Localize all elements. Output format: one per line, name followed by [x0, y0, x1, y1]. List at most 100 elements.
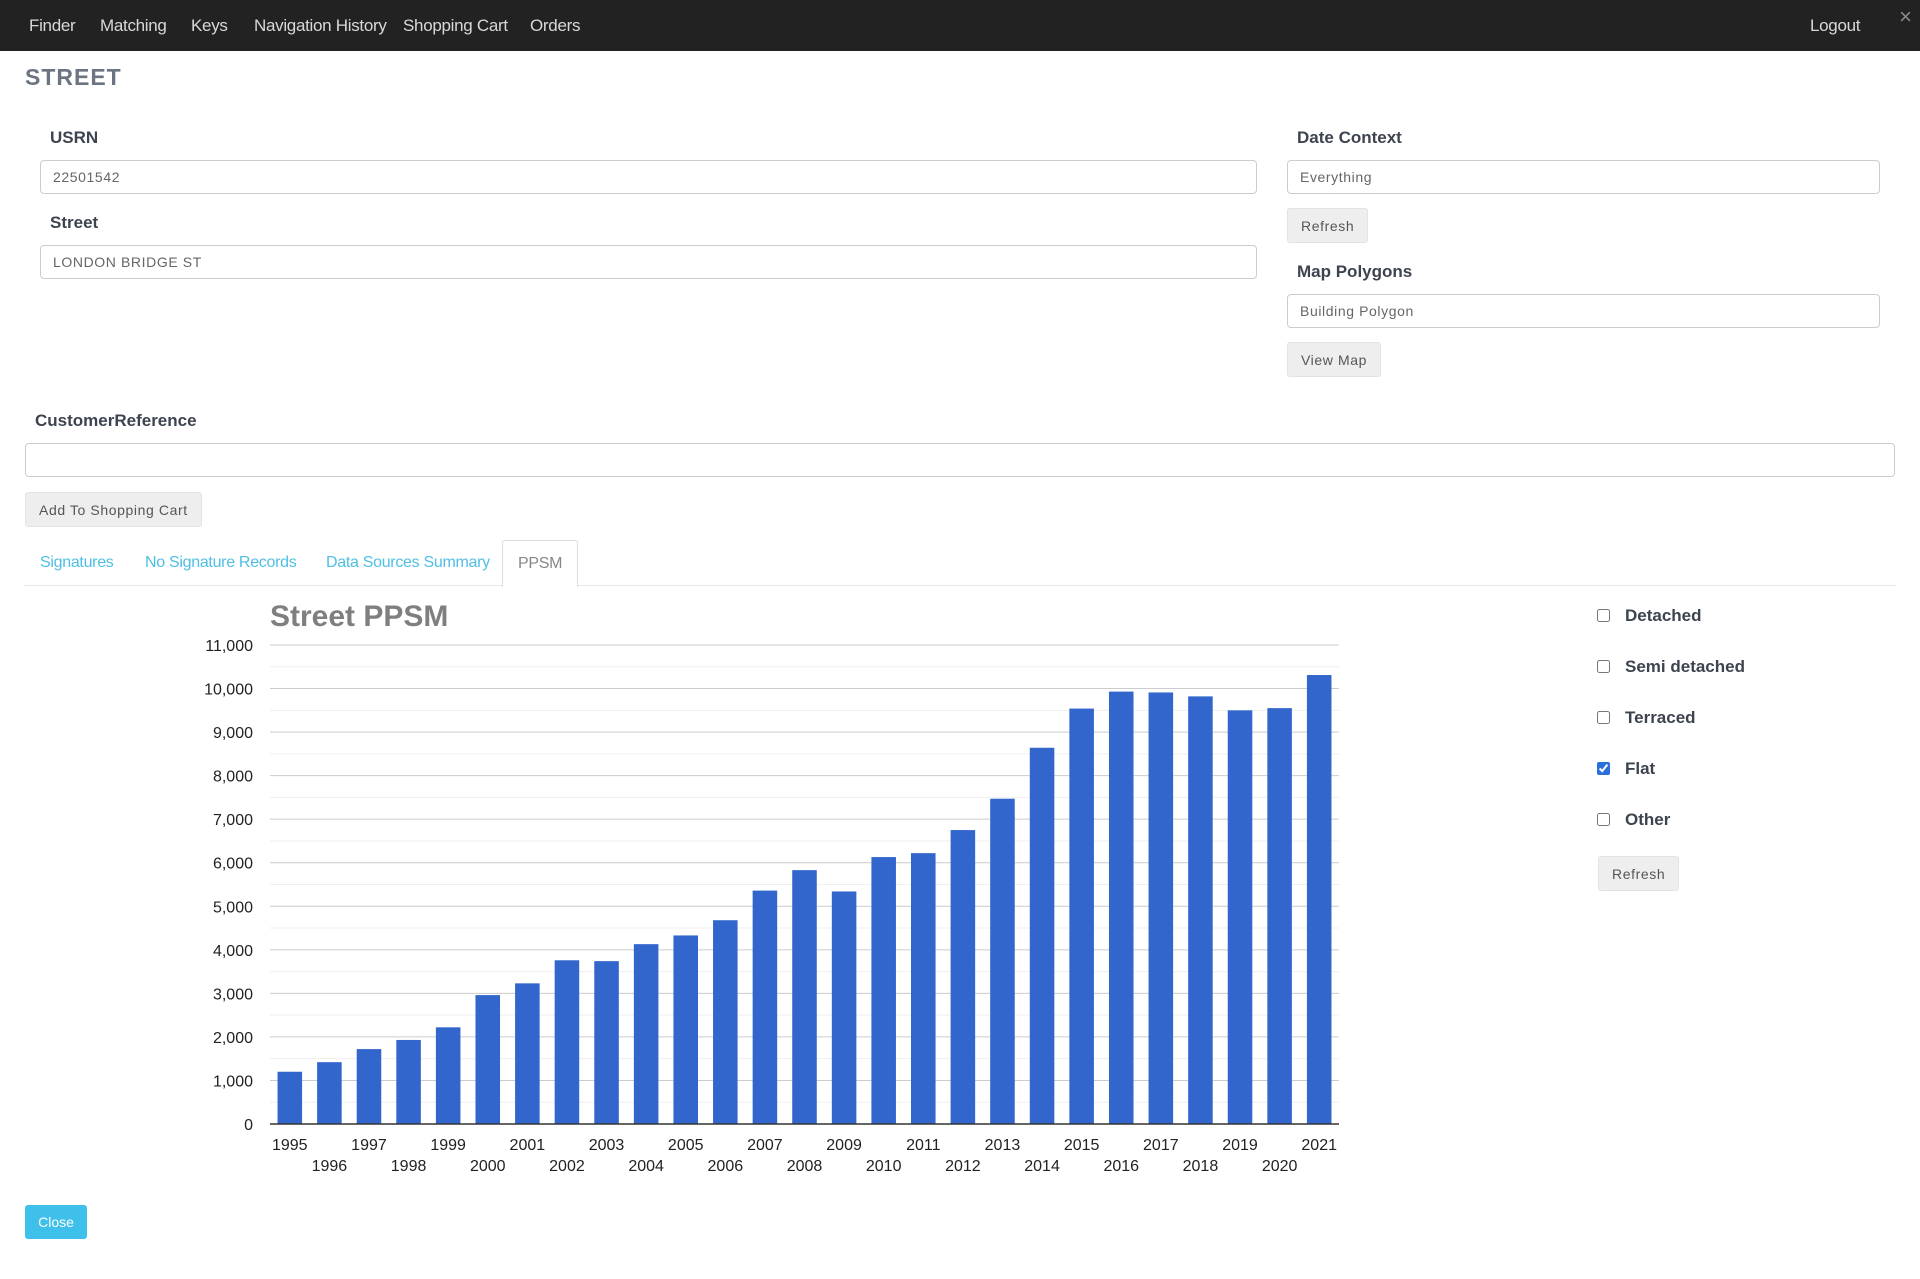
bar: [673, 935, 698, 1124]
bar: [594, 961, 619, 1124]
x-tick-label: 2006: [708, 1158, 744, 1175]
x-tick-label: 2013: [985, 1137, 1021, 1154]
x-tick-label: 2011: [906, 1137, 941, 1154]
filter-checkbox[interactable]: [1597, 711, 1610, 724]
nav-keys[interactable]: Keys: [191, 0, 228, 51]
bar: [752, 890, 778, 1124]
top-navbar: Finder Matching Keys Navigation History …: [0, 0, 1920, 51]
close-icon[interactable]: ×: [1899, 4, 1912, 30]
y-tick-label: 3,000: [213, 986, 253, 1003]
x-tick-label: 2020: [1262, 1158, 1298, 1175]
bar: [1069, 708, 1094, 1124]
bar: [792, 870, 817, 1124]
bar: [1188, 696, 1213, 1124]
bar: [317, 1062, 342, 1124]
x-tick-label: 2015: [1064, 1137, 1100, 1154]
bar: [475, 995, 501, 1124]
y-tick-label: 11,000: [205, 638, 253, 655]
x-tick-label: 2014: [1024, 1158, 1060, 1175]
y-tick-label: 10,000: [204, 682, 253, 699]
x-tick-label: 2000: [470, 1158, 506, 1175]
x-tick-label: 2007: [747, 1137, 783, 1154]
view-map-button[interactable]: View Map: [1287, 342, 1382, 377]
bar: [1108, 691, 1134, 1124]
x-tick-label: 2021: [1301, 1137, 1337, 1154]
x-tick-label: 1996: [312, 1158, 348, 1175]
x-tick-label: 2012: [945, 1158, 981, 1175]
ppsm-chart: 0 1,000 2,000 3,000 4,000 5,000 6,000 7,000 8,00…: [0, 590, 1360, 1190]
bar: [277, 1071, 303, 1124]
nav-matching[interactable]: Matching: [100, 0, 167, 51]
bar: [435, 1027, 461, 1124]
x-tick-label: 2010: [866, 1158, 902, 1175]
x-tick-label: 2002: [549, 1158, 585, 1175]
filter-label: Detached: [1625, 606, 1702, 625]
x-tick-label: 1997: [351, 1137, 387, 1154]
filter-checkbox[interactable]: [1597, 660, 1610, 673]
filter-label: Flat: [1625, 759, 1656, 778]
x-tick-label: 2009: [826, 1137, 862, 1154]
bar: [950, 830, 976, 1124]
bar: [1227, 710, 1253, 1124]
nav-navigation-history[interactable]: Navigation History: [254, 0, 387, 51]
tab-no-signature-records[interactable]: No Signature Records: [145, 540, 297, 584]
ppsm-bar-chart: 0 1,000 2,000 3,000 4,000 5,000 6,000 7,000 8,00…: [204, 638, 1339, 1175]
close-button[interactable]: Close: [25, 1205, 87, 1239]
usrn-field[interactable]: [40, 160, 1257, 194]
x-tick-label: 2008: [787, 1158, 823, 1175]
date-context-label: Date Context: [1297, 128, 1402, 147]
x-tick-label: 1998: [391, 1158, 427, 1175]
tab-data-sources-summary[interactable]: Data Sources Summary: [326, 540, 490, 584]
x-tick-label: 1999: [430, 1137, 466, 1154]
street-field[interactable]: [40, 245, 1257, 279]
bar: [1306, 675, 1332, 1124]
x-tick-label: 2001: [510, 1137, 546, 1154]
filter-checkbox[interactable]: [1597, 609, 1610, 622]
map-polygons-select[interactable]: [1287, 294, 1880, 328]
bar: [356, 1049, 382, 1124]
x-tick-label: 2018: [1183, 1158, 1219, 1175]
customer-reference-label: CustomerReference: [35, 411, 197, 430]
refresh-filters-button[interactable]: Refresh: [1598, 856, 1680, 891]
x-tick-label: 2004: [628, 1158, 664, 1175]
bar: [871, 857, 896, 1124]
x-tick-label: 2019: [1222, 1137, 1258, 1154]
y-tick-label: 7,000: [213, 812, 253, 829]
y-tick-label: 6,000: [213, 856, 253, 873]
y-tick-label: 0: [244, 1117, 253, 1134]
add-to-cart-button[interactable]: Add To Shopping Cart: [25, 492, 202, 527]
nav-logout[interactable]: Logout: [1810, 0, 1861, 51]
nav-orders[interactable]: Orders: [530, 0, 580, 51]
bar: [554, 960, 580, 1124]
page-title: STREET: [25, 64, 122, 90]
refresh-context-button[interactable]: Refresh: [1287, 208, 1369, 243]
tab-ppsm[interactable]: PPSM: [502, 540, 579, 587]
filter-label: Terraced: [1625, 708, 1696, 727]
tab-signatures[interactable]: Signatures: [40, 540, 114, 584]
filter-label: Other: [1625, 810, 1671, 829]
y-tick-label: 8,000: [213, 769, 253, 786]
usrn-label: USRN: [50, 128, 99, 147]
x-tick-label: 1995: [272, 1137, 308, 1154]
customer-reference-field[interactable]: [25, 443, 1895, 477]
x-tick-label: 2003: [589, 1137, 625, 1154]
bar: [1029, 747, 1055, 1124]
y-tick-label: 4,000: [213, 943, 253, 960]
filter-checkbox[interactable]: [1597, 762, 1610, 775]
nav-shopping-cart[interactable]: Shopping Cart: [403, 0, 508, 51]
x-tick-label: 2005: [668, 1137, 704, 1154]
filter-label: Semi detached: [1625, 657, 1745, 676]
map-polygons-label: Map Polygons: [1297, 262, 1413, 281]
bar: [831, 891, 857, 1124]
bar: [990, 798, 1015, 1124]
y-tick-label: 5,000: [213, 899, 253, 916]
y-tick-label: 9,000: [213, 725, 253, 742]
bar: [1267, 708, 1292, 1124]
y-tick-label: 1,000: [213, 1073, 253, 1090]
bar: [396, 1039, 421, 1124]
date-context-field[interactable]: [1287, 160, 1880, 194]
nav-finder[interactable]: Finder: [29, 0, 76, 51]
filter-checkbox[interactable]: [1597, 813, 1610, 826]
x-tick-label: 2017: [1143, 1137, 1179, 1154]
x-tick-label: 2016: [1103, 1158, 1139, 1175]
